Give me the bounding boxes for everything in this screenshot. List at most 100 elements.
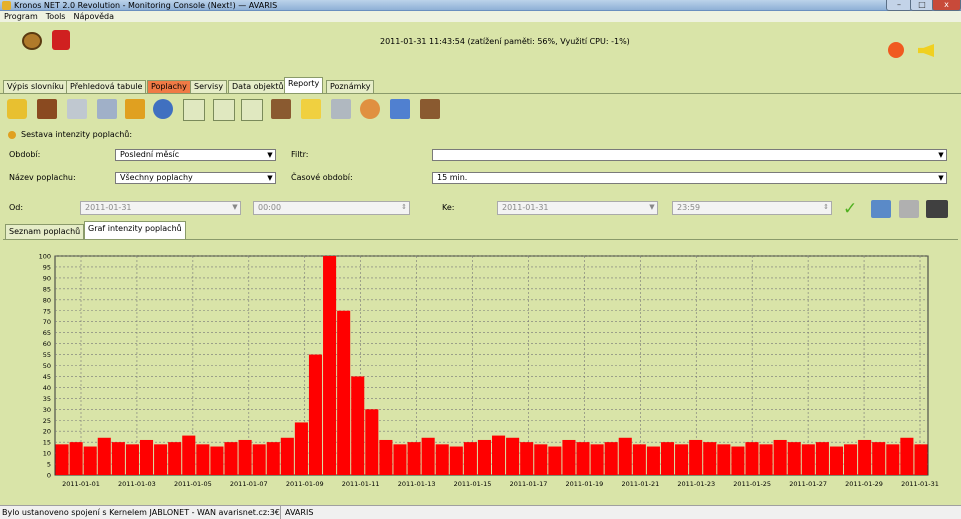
bar — [421, 437, 435, 475]
y-tick-label: 40 — [43, 384, 51, 392]
x-tick-label: 2011-01-29 — [845, 480, 883, 488]
tab-alarm-intensity-chart[interactable]: Graf intenzity poplachů — [84, 221, 186, 240]
bar — [829, 446, 844, 475]
alarm-name-value: Všechny poplachy — [120, 173, 193, 182]
bar — [238, 439, 252, 475]
sum-alarm-icon[interactable] — [241, 99, 263, 121]
to-date-picker[interactable]: 2011-01-31 ▼ — [497, 201, 658, 215]
y-tick-label: 100 — [39, 253, 51, 261]
tab-alarm-list[interactable]: Seznam poplachů — [5, 224, 85, 240]
checkmark-icon[interactable]: ✓ — [843, 201, 861, 218]
sum-icon[interactable] — [183, 99, 205, 121]
bar — [196, 444, 210, 475]
export-icon[interactable] — [899, 200, 919, 218]
app-icon — [2, 1, 11, 10]
bar — [801, 444, 815, 475]
maximize-button[interactable]: □ — [910, 0, 934, 11]
pencil-icon[interactable] — [301, 99, 321, 119]
bar — [844, 444, 858, 475]
swap-icon[interactable] — [125, 99, 145, 119]
minimize-button[interactable]: – — [886, 0, 912, 11]
user-status: AVARIS — [280, 506, 313, 519]
from-time-input[interactable]: 00:00 ⇕ — [253, 201, 410, 215]
document-icon[interactable] — [67, 99, 87, 119]
speaker-icon[interactable] — [7, 99, 27, 119]
y-tick-label: 65 — [43, 329, 51, 337]
y-tick-label: 15 — [43, 439, 51, 447]
from-date-value: 2011-01-31 — [85, 203, 132, 212]
print-icon[interactable] — [871, 200, 891, 218]
y-tick-label: 20 — [43, 428, 51, 436]
x-tick-label: 2011-01-03 — [118, 480, 156, 488]
tab-services[interactable]: Servisy — [190, 80, 228, 94]
from-date-picker[interactable]: 2011-01-31 ▼ — [80, 201, 241, 215]
bar — [435, 444, 449, 475]
y-tick-label: 50 — [43, 362, 51, 370]
bar — [463, 442, 477, 475]
clock-chart-icon[interactable] — [360, 99, 380, 119]
pen-note-icon[interactable] — [331, 99, 351, 119]
system-status: 2011-01-31 11:43:54 (zatížení paměti: 56… — [380, 37, 630, 46]
spinner-icon[interactable]: ⇕ — [821, 202, 831, 212]
menu-tools[interactable]: Tools — [42, 11, 70, 22]
owl-icon[interactable] — [22, 32, 42, 50]
chevron-down-icon: ▼ — [232, 203, 238, 211]
time-period-value: 15 min. — [437, 173, 468, 182]
y-tick-label: 75 — [43, 307, 51, 315]
sum-book-icon[interactable] — [271, 99, 291, 119]
bar — [660, 442, 675, 475]
to-time-input[interactable]: 23:59 ⇕ — [672, 201, 832, 215]
bar — [379, 439, 393, 475]
sound-icon[interactable] — [918, 44, 934, 57]
tab-alarms[interactable]: Poplachy — [147, 80, 191, 94]
spinner-icon[interactable]: ⇕ — [399, 202, 409, 212]
period-select[interactable]: Poslední měsíc ▼ — [115, 149, 276, 161]
bar — [477, 439, 491, 475]
book-icon[interactable] — [37, 99, 57, 119]
filter-select[interactable]: ▼ — [432, 149, 947, 161]
clock-alert-icon[interactable] — [153, 99, 173, 119]
menu-help[interactable]: Nápověda — [69, 11, 118, 22]
bar — [69, 442, 83, 475]
x-tick-label: 2011-01-17 — [510, 480, 548, 488]
bar — [252, 444, 266, 475]
tab-overview[interactable]: Přehledová tabule — [66, 80, 147, 94]
save-icon[interactable] — [926, 200, 948, 218]
phone-icon[interactable] — [52, 30, 70, 50]
alarm-face-icon[interactable] — [888, 42, 904, 58]
x-tick-label: 2011-01-13 — [398, 480, 436, 488]
book-down-icon[interactable] — [420, 99, 440, 119]
x-tick-label: 2011-01-31 — [901, 480, 939, 488]
y-tick-label: 70 — [43, 318, 51, 326]
chart-panel: 0 5 10 15 20 25 30 35 40 45 50 55 60 65 70 75 80 85 90 95 10… — [3, 239, 958, 497]
bar — [337, 310, 351, 475]
close-button[interactable]: x — [932, 0, 961, 11]
bar — [210, 446, 224, 475]
bar — [393, 444, 407, 475]
tab-notes[interactable]: Poznámky — [326, 80, 375, 94]
alarm-name-select[interactable]: Všechny poplachy ▼ — [115, 172, 276, 184]
tab-dictionary[interactable]: Výpis slovníku — [3, 80, 68, 94]
x-tick-label: 2011-01-05 — [174, 480, 212, 488]
x-tick-label: 2011-01-01 — [62, 480, 100, 488]
bar — [407, 442, 421, 475]
sum-edit-icon[interactable] — [213, 99, 235, 121]
bar — [703, 442, 717, 475]
chevron-down-icon: ▼ — [267, 174, 273, 182]
x-tick-label: 2011-01-19 — [566, 480, 604, 488]
y-tick-label: 95 — [43, 263, 51, 271]
from-label: Od: — [9, 203, 24, 212]
time-period-select[interactable]: 15 min. ▼ — [432, 172, 947, 184]
x-tick-label: 2011-01-07 — [230, 480, 268, 488]
tab-object-data[interactable]: Data objektů — [228, 80, 288, 94]
bar — [576, 442, 590, 475]
notepad-icon[interactable] — [97, 99, 117, 119]
y-tick-label: 10 — [43, 450, 51, 458]
to-date-value: 2011-01-31 — [502, 203, 549, 212]
x-tick-label: 2011-01-23 — [677, 480, 715, 488]
tab-reports[interactable]: Reporty — [284, 77, 324, 94]
x-tick-label: 2011-01-11 — [342, 480, 380, 488]
menu-program[interactable]: Program — [0, 11, 42, 22]
bar — [590, 444, 604, 475]
ruler-icon[interactable] — [390, 99, 410, 119]
